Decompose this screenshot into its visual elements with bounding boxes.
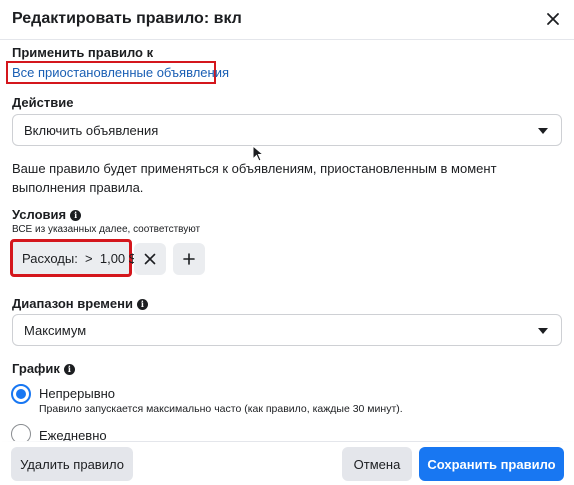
action-label: Действие	[12, 95, 74, 110]
close-icon	[547, 13, 559, 25]
info-icon[interactable]: i	[63, 364, 75, 375]
conditions-label-wrap: Условия i	[12, 207, 82, 222]
schedule-label-wrap: График i	[12, 361, 75, 376]
schedule-continuous-radio[interactable]	[11, 384, 31, 404]
rule-description: Ваше правило будет применяться к объявле…	[12, 161, 497, 195]
conditions-label: Условия	[12, 207, 67, 222]
cancel-button[interactable]: Отмена	[342, 447, 412, 481]
remove-condition-button[interactable]	[134, 243, 166, 275]
action-select[interactable]: Включить объявления	[12, 114, 562, 146]
time-range-label-wrap: Диапазон времени i	[12, 296, 148, 311]
dialog-title: Редактировать правило: вкл	[12, 10, 242, 27]
schedule-continuous-label: Непрерывно	[39, 386, 116, 401]
add-condition-button[interactable]	[173, 243, 205, 275]
schedule-continuous-description: Правило запускается максимально часто (к…	[39, 403, 403, 415]
action-select-value: Включить объявления	[24, 123, 159, 138]
info-icon[interactable]: i	[136, 299, 148, 310]
caret-down-icon	[538, 128, 548, 134]
apply-to-label: Применить правило к	[12, 45, 154, 60]
info-icon[interactable]: i	[70, 210, 82, 221]
close-button[interactable]	[540, 6, 566, 32]
apply-to-link[interactable]: Все приостановленные объявления	[6, 61, 229, 84]
delete-rule-button[interactable]: Удалить правило	[11, 447, 133, 481]
schedule-label: График	[12, 361, 60, 376]
time-range-select[interactable]: Максимум	[12, 314, 562, 346]
save-rule-button[interactable]: Сохранить правило	[419, 447, 564, 481]
time-range-label: Диапазон времени	[12, 296, 133, 311]
close-icon	[144, 253, 156, 265]
condition-chip[interactable]: Расходы: > 1,00 $	[10, 239, 136, 277]
conditions-sublabel: ВСЕ из указанных далее, соответствуют	[12, 224, 201, 235]
condition-text: Расходы: > 1,00 $	[22, 251, 136, 266]
dialog-header: Редактировать правило: вкл	[0, 0, 574, 40]
caret-down-icon	[538, 328, 548, 334]
time-range-select-value: Максимум	[24, 323, 87, 338]
dialog-footer: Удалить правило Отмена Сохранить правило	[0, 441, 574, 485]
plus-icon	[183, 253, 195, 265]
mouse-cursor-icon	[252, 145, 265, 162]
